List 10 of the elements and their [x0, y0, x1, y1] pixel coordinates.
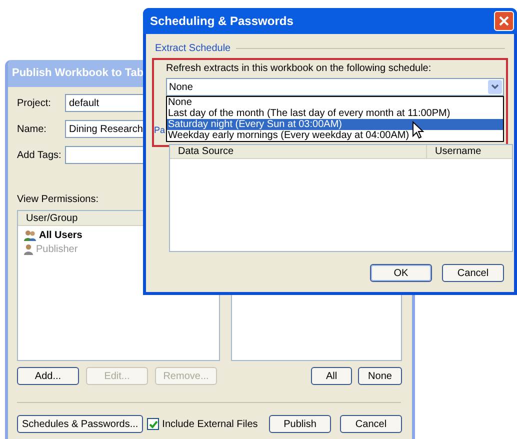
checkbox-label: Include External Files: [162, 418, 258, 432]
column-header: Username: [434, 145, 482, 158]
window-title: Scheduling & Passwords: [150, 13, 294, 30]
partial-label: Pa: [154, 124, 166, 136]
column-header: Data Source: [170, 145, 427, 158]
field-label: Name:: [17, 122, 48, 136]
field-label: Add Tags:: [17, 148, 62, 162]
section-title: Extract Schedule: [155, 42, 231, 56]
field-label: Project:: [17, 96, 52, 110]
permissions-label: View Permissions:: [17, 194, 100, 206]
